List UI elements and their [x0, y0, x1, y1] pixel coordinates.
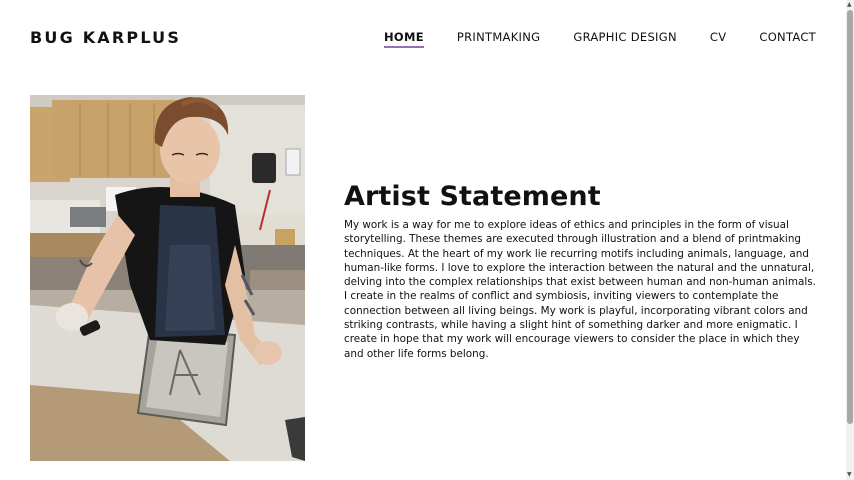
vertical-scrollbar[interactable]: ▲ ▼: [846, 0, 854, 480]
nav-item-contact[interactable]: CONTACT: [759, 30, 816, 48]
artist-statement-text: My work is a way for me to explore ideas…: [344, 219, 816, 360]
scroll-down-arrow-icon[interactable]: ▼: [847, 471, 852, 479]
page: BUG KARPLUS HOME PRINTMAKING GRAPHIC DES…: [0, 0, 854, 480]
nav-item-printmaking[interactable]: PRINTMAKING: [457, 30, 540, 48]
artist-statement-section: Artist Statement My work is a way for me…: [344, 181, 816, 361]
nav-item-cv[interactable]: CV: [710, 30, 727, 48]
page-title: Artist Statement: [344, 181, 601, 212]
scrollbar-thumb[interactable]: [847, 10, 853, 424]
site-header: BUG KARPLUS HOME PRINTMAKING GRAPHIC DES…: [0, 0, 846, 76]
site-title-link[interactable]: BUG KARPLUS: [30, 28, 181, 47]
nav-item-graphic-design[interactable]: GRAPHIC DESIGN: [573, 30, 677, 48]
nav-item-home[interactable]: HOME: [383, 30, 424, 48]
main-nav: HOME PRINTMAKING GRAPHIC DESIGN CV CONTA…: [383, 30, 816, 48]
scroll-up-arrow-icon[interactable]: ▲: [847, 1, 852, 9]
artist-photo: [30, 95, 305, 461]
